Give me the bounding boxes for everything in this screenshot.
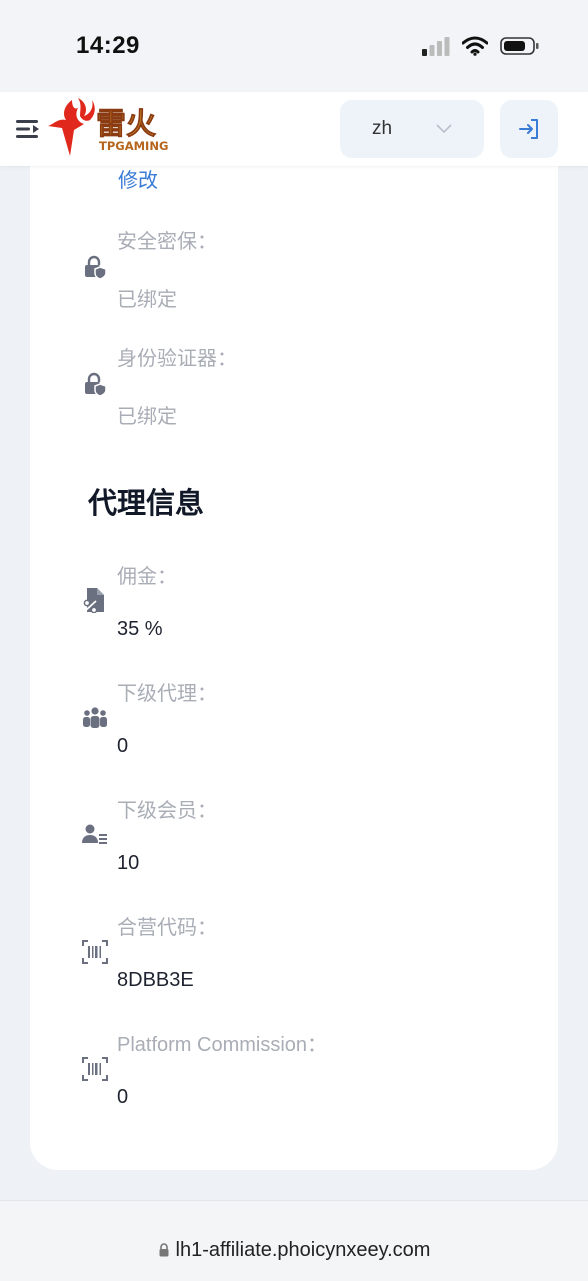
sub-member-label: 下级会员： [117,800,217,822]
security-question-row: 安全密保： 已绑定 [0,225,588,325]
sub-member-row: 下级会员： 10 [0,794,588,894]
agent-info-title: 代理信息 [88,488,205,520]
status-bar: 14:29 [0,0,588,92]
url-display[interactable]: lh1-affiliate.phoicynxeey.com [158,1219,431,1281]
battery-icon [500,37,539,55]
status-time: 14:29 [76,32,140,59]
language-select[interactable]: zh [340,100,484,158]
sub-member-value: 10 [117,852,140,874]
url-text: lh1-affiliate.phoicynxeey.com [175,1238,431,1261]
barcode-icon [82,940,108,964]
signal-icon [422,37,450,56]
sub-agent-value: 0 [117,735,129,757]
users-icon [83,707,107,728]
menu-toggle-icon[interactable] [16,118,42,140]
language-value: zh [372,118,393,139]
status-icons [422,36,540,56]
barcode-icon [82,1057,108,1081]
brand-logo[interactable]: 雷火 TPGAMING [44,96,174,158]
sub-agent-row: 下级代理： 0 [0,677,588,777]
commission-label: 佣金： [117,566,177,588]
wifi-icon [462,36,488,56]
member-list-icon [82,824,107,844]
lock-icon [159,1243,169,1257]
affiliate-code-value: 8DBB3E [117,969,194,991]
login-button[interactable] [500,100,558,158]
security-question-value: 已绑定 [117,289,177,311]
sub-agent-label: 下级代理： [117,683,217,705]
security-question-label: 安全密保： [117,231,217,253]
platform-commission-value: 0 [117,1086,129,1108]
modify-link[interactable]: 修改 [118,164,158,193]
affiliate-code-label: 合营代码： [117,917,217,939]
authenticator-label: 身份验证器： [117,348,237,370]
affiliate-code-row: 合营代码： 8DBB3E [0,911,588,1011]
commission-value: 35 % [117,618,163,640]
platform-commission-label: Platform Commission： [117,1034,328,1056]
app-header: 雷火 TPGAMING zh [0,92,588,166]
commission-row: 佣金： 35 % [0,560,588,660]
authenticator-row: 身份验证器： 已绑定 [0,342,588,442]
percent-document-icon [83,588,104,613]
authenticator-value: 已绑定 [117,406,177,428]
login-icon [519,119,538,139]
lock-shield-icon [85,372,107,397]
logo-text: 雷火 [96,107,156,142]
platform-commission-row: Platform Commission： 0 [0,1028,588,1128]
browser-url-bar[interactable]: lh1-affiliate.phoicynxeey.com [0,1200,588,1281]
logo-subtext: TPGAMING [99,139,168,153]
chevron-down-icon [436,124,452,134]
lock-shield-icon [85,255,107,280]
